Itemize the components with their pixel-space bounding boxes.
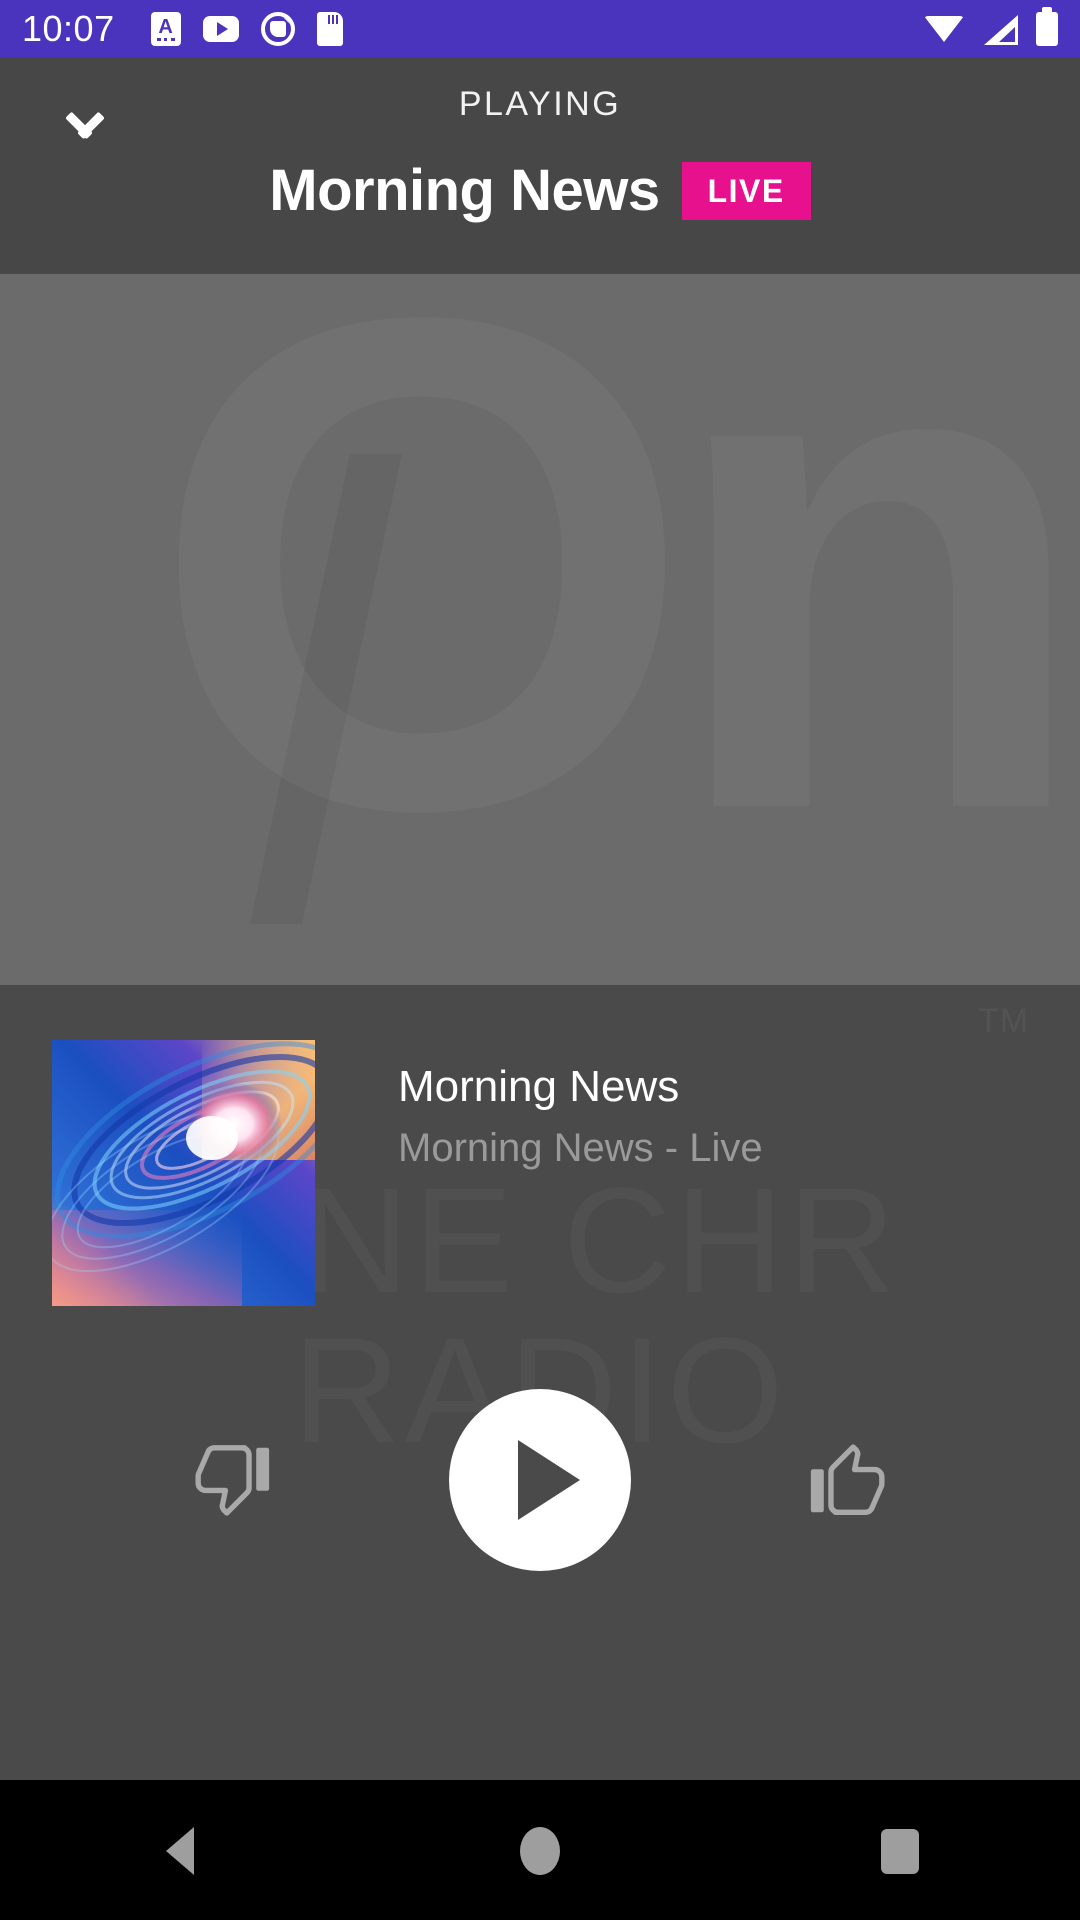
- status-system-icons: [924, 6, 1058, 46]
- player-header: PLAYING Morning News LIVE: [0, 57, 1080, 274]
- app-circle-icon: [260, 11, 295, 46]
- track-info-row: Morning News Morning News - Live: [52, 1040, 763, 1306]
- trademark-mark: TM: [978, 1002, 1030, 1040]
- thumb-down-icon: [195, 1445, 270, 1516]
- play-icon: [518, 1440, 580, 1520]
- recents-square-icon: [881, 1828, 919, 1874]
- now-playing-screen: 10:07 A PLAYING Morning News LIVE One TM…: [0, 0, 1080, 1920]
- play-button[interactable]: [449, 1389, 631, 1571]
- now-playing-panel: One ONE CHR RADIO: [0, 985, 1080, 1780]
- live-badge: LIVE: [681, 161, 811, 220]
- artwork-area: One: [0, 274, 1080, 985]
- playing-label: PLAYING: [458, 85, 622, 123]
- battery-icon: [1036, 6, 1058, 46]
- spellcheck-icon: A: [150, 11, 181, 46]
- youtube-icon: [202, 15, 239, 42]
- thumbs-up-button[interactable]: [771, 1405, 921, 1555]
- track-meta: Morning News Morning News - Live: [398, 1040, 763, 1171]
- sd-card-icon: [316, 11, 343, 46]
- home-circle-icon: [520, 1827, 560, 1875]
- nav-recents-button[interactable]: [720, 1828, 1080, 1874]
- back-triangle-icon: [166, 1827, 194, 1875]
- station-title: Morning News: [269, 158, 660, 223]
- track-subtitle: Morning News - Live: [398, 1125, 763, 1170]
- track-title: Morning News: [398, 1062, 680, 1111]
- status-bar: 10:07 A: [0, 0, 1080, 57]
- nav-back-button[interactable]: [0, 1827, 360, 1875]
- thumb-up-icon: [810, 1444, 885, 1515]
- nav-home-button[interactable]: [360, 1827, 720, 1875]
- status-clock: 10:07: [22, 7, 115, 49]
- album-art-spiral-vortex[interactable]: [52, 1040, 315, 1306]
- status-notification-icons: A: [150, 11, 343, 46]
- header-title-row: Morning News LIVE: [0, 157, 1080, 224]
- wifi-icon: [924, 14, 964, 44]
- player-controls: [0, 1380, 1080, 1580]
- thumbs-down-button[interactable]: [159, 1405, 309, 1555]
- cellular-signal-icon: [982, 13, 1018, 45]
- android-nav-bar: [0, 1782, 1080, 1920]
